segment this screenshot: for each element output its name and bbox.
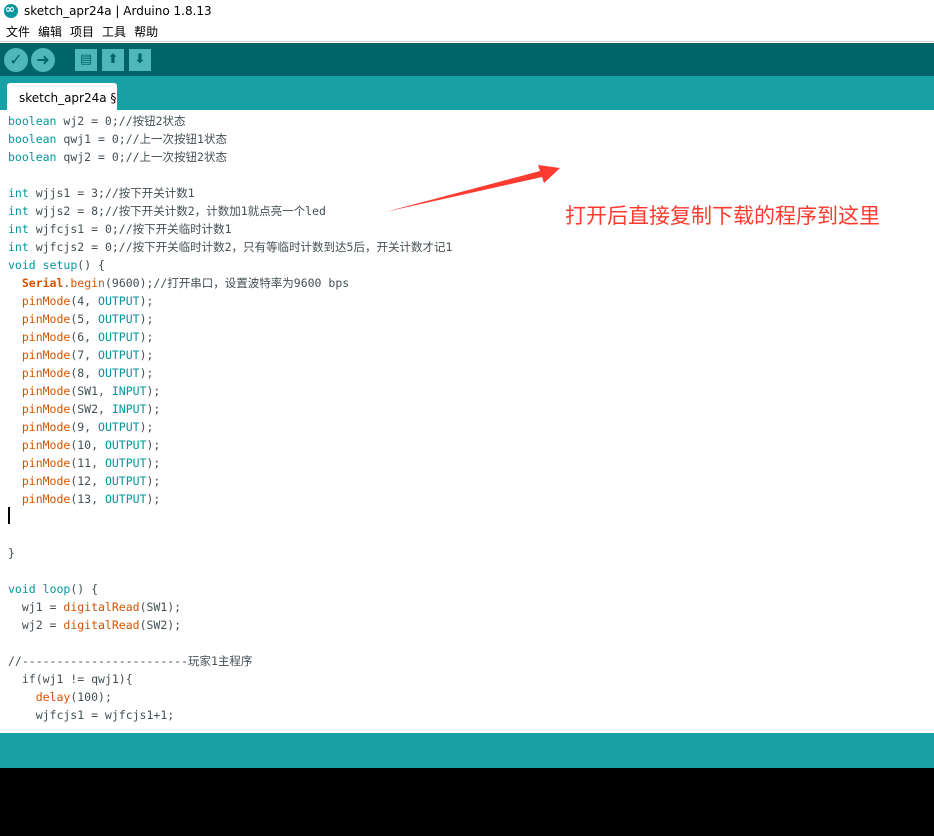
open-button[interactable]: ⬆ [102,48,124,71]
menu-edit[interactable]: 编辑 [34,23,66,40]
arrow-right-icon: ➜ [36,50,50,69]
menu-help[interactable]: 帮助 [130,23,162,40]
window-title: sketch_apr24a | Arduino 1.8.13 [24,4,212,18]
menu-sketch[interactable]: 项目 [66,23,98,40]
save-button[interactable]: ⬇ [129,48,151,71]
code-editor[interactable]: boolean wj2 = 0;//按钮2状态 boolean qwj1 = 0;… [0,110,934,733]
annotation-text: 打开后直接复制下载的程序到这里 [565,204,880,228]
arrow-down-icon: ⬇ [134,52,146,67]
arduino-logo-icon [4,2,18,18]
tab-sketch[interactable]: sketch_apr24a § [7,83,117,110]
new-sketch-button[interactable]: ▤ [75,48,97,71]
menu-tools[interactable]: 工具 [98,23,130,40]
upload-button[interactable]: ➜ [31,47,55,72]
tab-bar: sketch_apr24a § [0,76,934,110]
arrow-up-icon: ⬆ [107,52,119,67]
checkmark-icon: ✓ [9,50,23,69]
verify-button[interactable]: ✓ [4,47,28,72]
toolbar: ✓ ➜ ▤ ⬆ ⬇ [0,43,934,76]
menu-file[interactable]: 文件 [2,23,34,40]
menu-bar: 文件 编辑 项目 工具 帮助 [0,22,934,42]
console-output[interactable] [0,768,934,836]
status-bar [0,733,934,768]
new-file-icon: ▤ [79,52,93,67]
title-bar: sketch_apr24a | Arduino 1.8.13 [0,0,934,22]
